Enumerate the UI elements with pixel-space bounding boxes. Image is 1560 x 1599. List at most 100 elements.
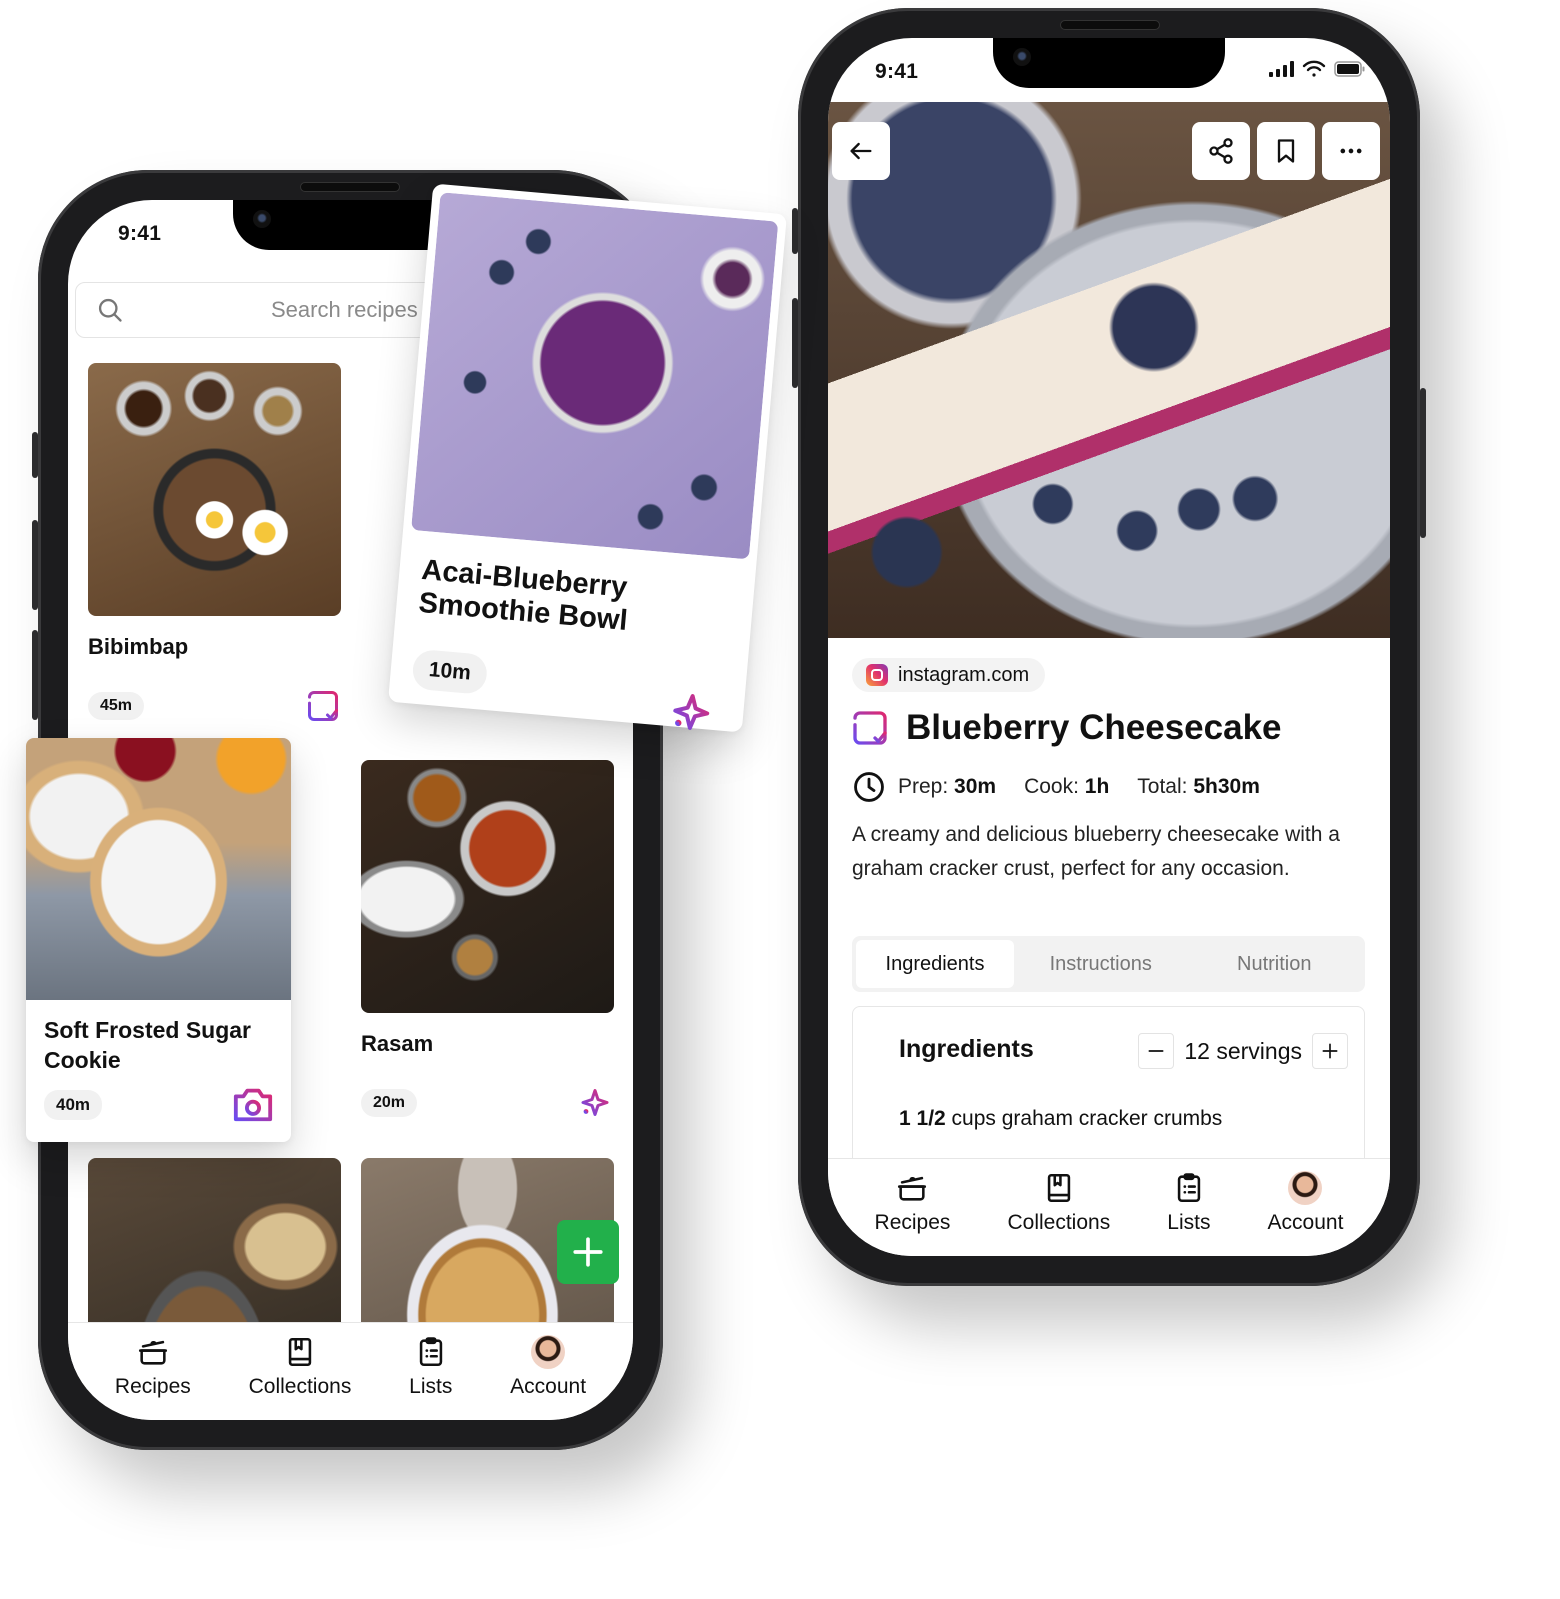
prep-time: Prep: 30m	[898, 775, 996, 799]
nav-recipes[interactable]: Recipes	[874, 1171, 951, 1256]
tab-ingredients[interactable]: Ingredients	[856, 940, 1014, 988]
clipboard-list-icon	[419, 1337, 442, 1367]
recipe-title: Bibimbap	[88, 634, 189, 659]
share-icon	[1209, 138, 1233, 164]
clock-icon	[854, 772, 884, 802]
plus-icon	[573, 1237, 603, 1267]
status-time: 9:41	[875, 60, 919, 83]
instagram-icon	[866, 664, 888, 686]
total-time: Total: 5h30m	[1137, 775, 1260, 799]
nav-label: Lists	[1167, 1211, 1211, 1234]
recipe-title: Rasam	[361, 1031, 434, 1056]
speaker	[1060, 20, 1160, 30]
plus-icon	[1322, 1043, 1338, 1059]
cook-time: Cook: 1h	[1024, 775, 1109, 799]
recipe-image	[88, 363, 341, 616]
nav-label: Account	[510, 1375, 587, 1398]
recipe-card-rasam[interactable]: Rasam 20m	[361, 760, 614, 1121]
recipe-image	[26, 738, 291, 1000]
recipe-title: Acai-Blueberry Smoothie Bowl	[417, 554, 629, 638]
power-button	[1420, 388, 1426, 538]
time-badge: 45m	[88, 692, 145, 720]
nav-label: Account	[1267, 1211, 1344, 1234]
add-recipe-button[interactable]	[557, 1220, 619, 1284]
time-badge: 40m	[44, 1090, 103, 1120]
ingredient-text: cups graham cracker crumbs	[945, 1107, 1223, 1130]
ingredients-heading: Ingredients	[899, 1035, 1034, 1063]
recipe-title: Blueberry Cheesecake	[906, 708, 1282, 747]
total-label: Total:	[1137, 775, 1188, 798]
arrow-left-icon	[850, 142, 872, 160]
mute-switch	[792, 208, 798, 254]
volume-up-button	[792, 298, 798, 388]
nav-label: Recipes	[874, 1211, 951, 1234]
decrease-servings-button[interactable]	[1138, 1033, 1175, 1069]
ai-sparkle-icon	[581, 1084, 613, 1116]
recipe-title: Soft Frosted Sugar Cookie	[44, 1017, 252, 1073]
nav-label: Collections	[248, 1375, 352, 1398]
bookmark-button[interactable]	[1257, 122, 1315, 180]
phone-recipe-detail: 9:41 instagram.com Blueberry Cheesecake	[792, 8, 1426, 1286]
status-time: 9:41	[118, 222, 162, 245]
mute-switch	[32, 432, 38, 478]
cook-value: 1h	[1084, 775, 1110, 798]
nav-lists[interactable]: Lists	[1167, 1171, 1210, 1256]
minus-icon	[1148, 1050, 1164, 1052]
nav-collections[interactable]: Collections	[248, 1335, 352, 1420]
total-value: 5h30m	[1193, 775, 1260, 798]
nav-lists[interactable]: Lists	[409, 1335, 452, 1420]
recipe-image	[361, 760, 614, 1013]
notch	[993, 38, 1225, 88]
recipe-image	[411, 192, 779, 560]
clipboard-list-icon	[1177, 1173, 1201, 1203]
recipe-tabs: Ingredients Instructions Nutrition	[852, 936, 1365, 992]
battery-icon	[1334, 61, 1365, 77]
recipe-title-row: Blueberry Cheesecake	[850, 708, 1282, 748]
bottom-nav: Recipes Collections Lists Account	[68, 1322, 633, 1420]
volume-up-button	[32, 520, 38, 610]
source-domain: instagram.com	[898, 663, 1030, 686]
time-badge: 10m	[411, 648, 489, 695]
pot-icon	[138, 1340, 167, 1365]
source-link[interactable]: instagram.com	[852, 658, 1046, 692]
avatar	[1288, 1171, 1323, 1205]
recipe-card-bibimbap[interactable]: Bibimbap 45m	[88, 363, 341, 724]
floating-recipe-card-acai[interactable]: Acai-Blueberry Smoothie Bowl 10m	[388, 183, 787, 733]
speaker	[300, 182, 400, 192]
front-camera	[1013, 48, 1031, 66]
book-bookmark-icon	[288, 1337, 312, 1367]
share-button[interactable]	[1192, 122, 1250, 180]
ingredient-quantity: 1 1/2	[899, 1107, 946, 1130]
recipe-hero-image	[828, 102, 1390, 638]
wifi-icon	[1302, 60, 1326, 77]
front-camera	[253, 210, 271, 228]
nav-account[interactable]: Account	[1267, 1171, 1344, 1256]
tab-nutrition[interactable]: Nutrition	[1188, 940, 1362, 988]
more-horizontal-icon	[1340, 148, 1362, 154]
back-button[interactable]	[832, 122, 890, 180]
nav-account[interactable]: Account	[510, 1335, 586, 1420]
bookmark-icon	[1277, 139, 1295, 163]
time-badge: 20m	[361, 1089, 418, 1117]
cellular-signal-icon	[1269, 61, 1294, 77]
status-icons	[1268, 60, 1366, 78]
cook-label: Cook:	[1024, 775, 1079, 798]
avatar	[531, 1335, 566, 1369]
ingredient-item: 1 1/2 cups graham cracker crumbs	[899, 1107, 1222, 1131]
nav-collections[interactable]: Collections	[1007, 1171, 1110, 1256]
recipe-times: Prep: 30m Cook: 1h Total: 5h30m	[852, 770, 1260, 804]
floating-recipe-card-cookie[interactable]: Soft Frosted Sugar Cookie 40m	[26, 738, 291, 1142]
camera-icon	[233, 1088, 273, 1122]
ai-sparkle-icon	[673, 689, 717, 730]
pot-icon	[898, 1176, 927, 1201]
more-button[interactable]	[1322, 122, 1380, 180]
nav-recipes[interactable]: Recipes	[115, 1335, 191, 1420]
collection-grid-check-icon	[853, 711, 887, 745]
nav-label: Recipes	[114, 1375, 191, 1398]
volume-down-button	[32, 630, 38, 720]
book-bookmark-icon	[1047, 1173, 1071, 1203]
increase-servings-button[interactable]	[1312, 1033, 1348, 1069]
bottom-nav: Recipes Collections Lists Account	[828, 1158, 1390, 1256]
servings-stepper: 12 servings	[1138, 1033, 1348, 1069]
tab-instructions[interactable]: Instructions	[1014, 940, 1188, 988]
